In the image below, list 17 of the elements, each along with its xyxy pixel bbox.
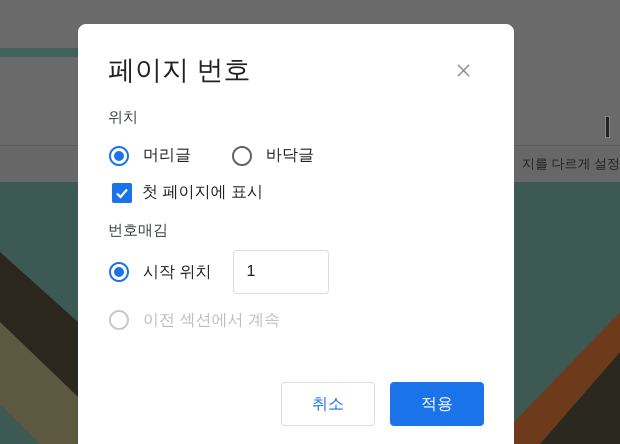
radio-label: 머리글 (143, 146, 191, 166)
section-label: 번호매김 (108, 221, 168, 240)
checkbox[interactable] (112, 182, 132, 202)
close-icon[interactable] (457, 64, 470, 76)
radio-label: 시작 위치 (143, 262, 212, 282)
toolbar-text: 지를 다르게 설정 (522, 155, 620, 173)
apply-button[interactable]: 적용 (390, 382, 484, 426)
radio-button[interactable] (109, 262, 129, 282)
radio-button[interactable] (109, 146, 129, 166)
checkbox-label: 첫 페이지에 표시 (142, 183, 263, 203)
cancel-button[interactable]: 취소 (281, 382, 375, 426)
start-number-field[interactable]: 1 (233, 250, 330, 294)
section-label: 위치 (108, 108, 138, 127)
dialog-title: 페이지 번호 (108, 54, 251, 87)
radio-label: 이전 섹션에서 계속 (143, 310, 280, 330)
radio-button[interactable] (232, 146, 252, 166)
radio-label: 바닥글 (266, 146, 314, 166)
